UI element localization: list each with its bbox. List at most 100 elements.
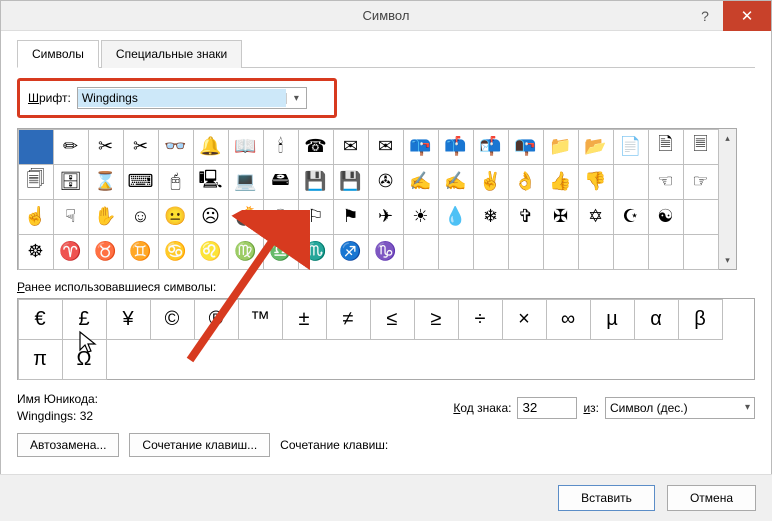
- symbol-cell[interactable]: ♌: [193, 234, 229, 270]
- recent-cell[interactable]: ≥: [414, 299, 459, 340]
- symbol-cell[interactable]: ✈: [368, 199, 404, 235]
- symbol-cell[interactable]: ✏: [53, 129, 89, 165]
- symbol-cell[interactable]: [648, 234, 684, 270]
- symbol-cell[interactable]: 🔔: [193, 129, 229, 165]
- symbol-cell[interactable]: ♋: [158, 234, 194, 270]
- symbol-cell[interactable]: ☞: [683, 164, 719, 200]
- symbol-cell[interactable]: ✇: [368, 164, 404, 200]
- symbol-cell[interactable]: ✍: [403, 164, 439, 200]
- symbol-cell[interactable]: ☟: [53, 199, 89, 235]
- symbol-cell[interactable]: ♏: [298, 234, 334, 270]
- tab-symbols[interactable]: Символы: [17, 40, 99, 68]
- symbol-cell[interactable]: 📄: [613, 129, 649, 165]
- symbol-cell[interactable]: [438, 234, 474, 270]
- insert-button[interactable]: Вставить: [558, 485, 655, 511]
- symbol-cell[interactable]: ☸: [18, 234, 54, 270]
- symbol-cell[interactable]: 👌: [508, 164, 544, 200]
- symbol-cell[interactable]: ⌛: [88, 164, 124, 200]
- symbol-cell[interactable]: ☝: [18, 199, 54, 235]
- symbol-cell[interactable]: 💾: [333, 164, 369, 200]
- symbol-cell[interactable]: ✉: [333, 129, 369, 165]
- symbol-cell[interactable]: [543, 234, 579, 270]
- recent-cell[interactable]: ±: [282, 299, 327, 340]
- symbol-cell[interactable]: 💣: [228, 199, 264, 235]
- symbol-cell[interactable]: 🗏: [683, 129, 719, 165]
- recent-cell[interactable]: Ω: [62, 339, 107, 380]
- symbol-cell[interactable]: [683, 234, 719, 270]
- symbol-cell[interactable]: [18, 129, 54, 165]
- code-input[interactable]: [517, 397, 577, 419]
- symbol-cell[interactable]: 🖳: [193, 164, 229, 200]
- symbol-cell[interactable]: ❄: [473, 199, 509, 235]
- recent-cell[interactable]: ≤: [370, 299, 415, 340]
- recent-cell[interactable]: ©: [150, 299, 195, 340]
- recent-cell[interactable]: ®: [194, 299, 239, 340]
- scroll-down-icon[interactable]: ▾: [719, 251, 736, 269]
- recent-cell[interactable]: ∞: [546, 299, 591, 340]
- symbol-cell[interactable]: ☺: [123, 199, 159, 235]
- symbol-cell[interactable]: ☪: [613, 199, 649, 235]
- scroll-up-icon[interactable]: ▴: [719, 129, 736, 147]
- recent-cell[interactable]: ÷: [458, 299, 503, 340]
- symbol-cell[interactable]: ✡: [578, 199, 614, 235]
- symbol-cell[interactable]: 🗎: [648, 129, 684, 165]
- tab-special[interactable]: Специальные знаки: [101, 40, 242, 68]
- symbol-cell[interactable]: ♍: [228, 234, 264, 270]
- symbol-cell[interactable]: ☯: [648, 199, 684, 235]
- symbol-cell[interactable]: ♉: [88, 234, 124, 270]
- symbol-cell[interactable]: 🗄: [53, 164, 89, 200]
- symbol-cell[interactable]: [578, 234, 614, 270]
- symbol-cell[interactable]: 📫: [438, 129, 474, 165]
- symbol-cell[interactable]: ♑: [368, 234, 404, 270]
- symbol-cell[interactable]: [403, 234, 439, 270]
- symbol-cell[interactable]: ⚐: [298, 199, 334, 235]
- symbol-cell[interactable]: 📖: [228, 129, 264, 165]
- symbol-cell[interactable]: ⌨: [123, 164, 159, 200]
- recent-cell[interactable]: ≠: [326, 299, 371, 340]
- from-select[interactable]: Символ (дес.) ▾: [605, 397, 755, 419]
- scrollbar[interactable]: ▴ ▾: [719, 128, 737, 270]
- symbol-cell[interactable]: ✌: [473, 164, 509, 200]
- recent-cell[interactable]: €: [18, 299, 63, 340]
- symbol-cell[interactable]: [473, 234, 509, 270]
- symbol-cell[interactable]: 🗐: [18, 164, 54, 200]
- recent-cell[interactable]: ×: [502, 299, 547, 340]
- symbol-cell[interactable]: [683, 199, 719, 235]
- symbol-cell[interactable]: 💻: [228, 164, 264, 200]
- recent-cell[interactable]: µ: [590, 299, 635, 340]
- recent-cell[interactable]: ¥: [106, 299, 151, 340]
- help-button[interactable]: ?: [687, 1, 723, 31]
- symbol-cell[interactable]: 📪: [403, 129, 439, 165]
- symbol-cell[interactable]: 🖴: [263, 164, 299, 200]
- scroll-track[interactable]: [719, 147, 736, 251]
- symbol-cell[interactable]: [613, 164, 649, 200]
- symbol-cell[interactable]: 👍: [543, 164, 579, 200]
- symbol-cell[interactable]: ♈: [53, 234, 89, 270]
- symbol-cell[interactable]: 💧: [438, 199, 474, 235]
- symbol-cell[interactable]: ☜: [648, 164, 684, 200]
- symbol-cell[interactable]: ☎: [298, 129, 334, 165]
- symbol-cell[interactable]: 📭: [508, 129, 544, 165]
- cancel-button[interactable]: Отмена: [667, 485, 756, 511]
- close-button[interactable]: ✕: [723, 1, 771, 31]
- symbol-cell[interactable]: ✞: [508, 199, 544, 235]
- symbol-cell[interactable]: ✉: [368, 129, 404, 165]
- recent-cell[interactable]: β: [678, 299, 723, 340]
- symbol-cell[interactable]: ♊: [123, 234, 159, 270]
- symbol-cell[interactable]: 📂: [578, 129, 614, 165]
- symbol-cell[interactable]: 📁: [543, 129, 579, 165]
- symbol-cell[interactable]: ☀: [403, 199, 439, 235]
- symbol-cell[interactable]: 👓: [158, 129, 194, 165]
- symbol-cell[interactable]: ✂: [88, 129, 124, 165]
- recent-cell[interactable]: π: [18, 339, 63, 380]
- symbol-cell[interactable]: 📬: [473, 129, 509, 165]
- symbol-cell[interactable]: [508, 234, 544, 270]
- symbol-cell[interactable]: ✋: [88, 199, 124, 235]
- symbol-cell[interactable]: 💾: [298, 164, 334, 200]
- symbol-cell[interactable]: ⚑: [333, 199, 369, 235]
- symbol-cell[interactable]: ♎: [263, 234, 299, 270]
- recent-cell[interactable]: £: [62, 299, 107, 340]
- symbol-cell[interactable]: 🖰: [158, 164, 194, 200]
- shortcut-button[interactable]: Сочетание клавиш...: [129, 433, 270, 457]
- symbol-cell[interactable]: ✂: [123, 129, 159, 165]
